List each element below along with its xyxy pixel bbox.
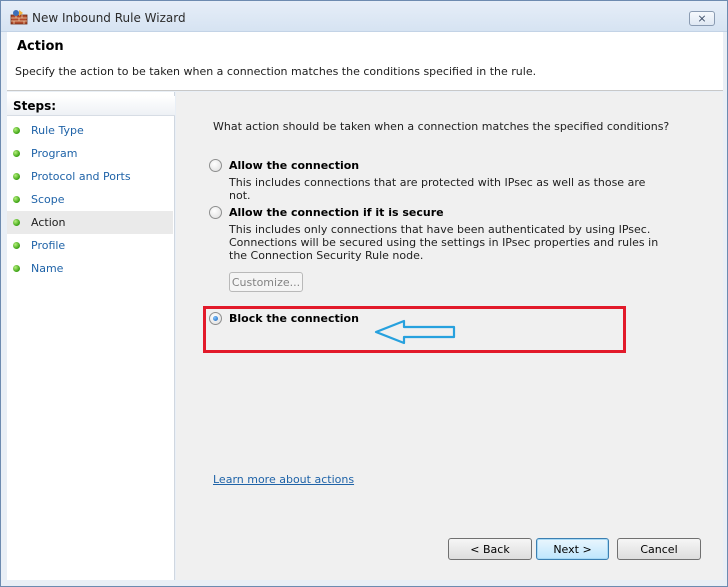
step-protocol-and-ports[interactable]: Protocol and Ports [7,165,173,188]
step-status-icon [13,127,20,134]
firewall-icon [10,10,28,25]
allow-secure-description: This includes only connections that have… [229,223,659,262]
page-description: Specify the action to be taken when a co… [15,65,537,78]
step-profile[interactable]: Profile [7,234,173,257]
close-icon: ⨯ [697,12,707,25]
step-label: Program [31,147,78,160]
next-button[interactable]: Next > [536,538,609,560]
allow-description: This includes connections that are prote… [229,176,646,202]
step-status-icon [13,265,20,272]
allow-secure-label[interactable]: Allow the connection if it is secure [229,206,444,219]
step-rule-type[interactable]: Rule Type [7,119,173,142]
step-label: Protocol and Ports [31,170,131,183]
step-action[interactable]: Action [7,211,173,234]
cancel-button[interactable]: Cancel [617,538,701,560]
step-status-icon [13,219,20,226]
title-bar[interactable]: New Inbound Rule Wizard ⨯ [1,1,727,32]
step-label: Name [31,262,64,275]
back-button[interactable]: < Back [448,538,532,560]
step-program[interactable]: Program [7,142,173,165]
step-label: Action [31,216,66,229]
close-button[interactable]: ⨯ [689,11,715,26]
steps-pane: Steps: Rule Type Program Protocol and Po… [7,92,175,580]
step-label: Profile [31,239,66,252]
allow-radio[interactable] [209,159,222,172]
allow-label[interactable]: Allow the connection [229,159,359,172]
customize-button[interactable]: Customize... [229,272,303,292]
wizard-window: New Inbound Rule Wizard ⨯ Action Specify… [0,0,728,587]
step-scope[interactable]: Scope [7,188,173,211]
step-status-icon [13,242,20,249]
allow-secure-radio[interactable] [209,206,222,219]
content-pane: What action should be taken when a conne… [176,92,723,580]
step-label: Scope [31,193,65,206]
action-question: What action should be taken when a conne… [213,120,670,133]
wizard-header: Action Specify the action to be taken wh… [7,32,723,91]
window-title: New Inbound Rule Wizard [32,11,186,25]
step-label: Rule Type [31,124,84,137]
step-status-icon [13,196,20,203]
steps-heading: Steps: [7,96,175,116]
arrow-left-icon [374,319,456,345]
step-name[interactable]: Name [7,257,173,280]
step-status-icon [13,173,20,180]
learn-more-link[interactable]: Learn more about actions [213,473,354,486]
step-status-icon [13,150,20,157]
page-title: Action [17,39,64,54]
